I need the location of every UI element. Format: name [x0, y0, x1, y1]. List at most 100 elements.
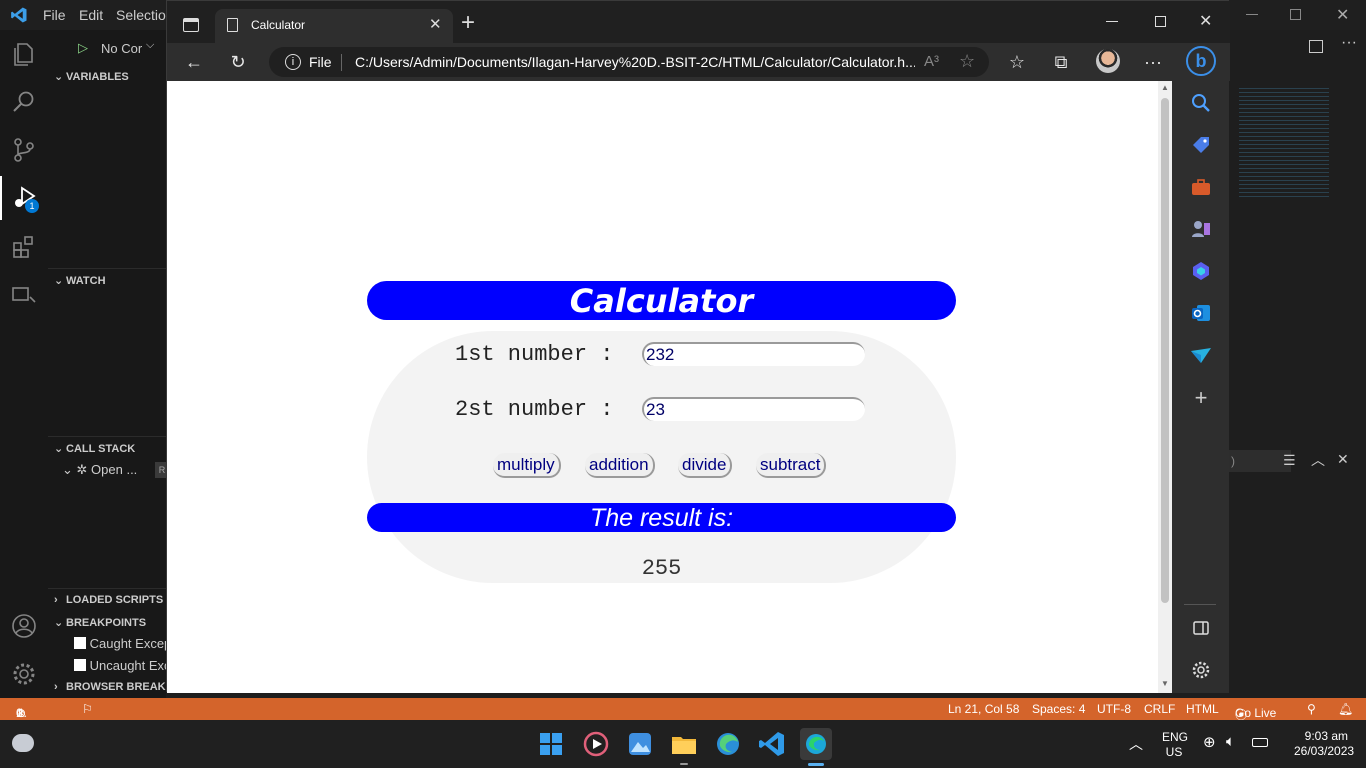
close-panel-icon[interactable]: ✕ — [1337, 451, 1349, 468]
start-debugging-icon[interactable]: ▷ — [78, 40, 88, 56]
breakpoint-uncaught[interactable]: Uncaught Exc — [74, 658, 171, 673]
vscode-close-icon[interactable]: ✕ — [1336, 5, 1349, 25]
read-aloud-icon[interactable]: A³ — [924, 53, 939, 70]
end-of-line[interactable]: CRLF — [1144, 702, 1175, 716]
address-bar[interactable]: i File C:/Users/Admin/Documents/Ilagan-H… — [269, 47, 989, 77]
call-stack-item[interactable]: ⌄ ✲ Open ... — [62, 462, 137, 478]
minimize-icon[interactable] — [1106, 21, 1118, 22]
panel-filter-input[interactable]: ) — [1229, 450, 1291, 472]
vscode-restore-icon[interactable] — [1290, 9, 1301, 20]
account-icon[interactable] — [10, 612, 38, 640]
clear-console-icon[interactable]: ☰ — [1283, 452, 1296, 469]
favorites-icon[interactable]: ☆ — [1003, 48, 1031, 76]
sidebar-divider — [1184, 604, 1216, 605]
addition-button[interactable]: addition — [585, 453, 655, 478]
address-divider — [341, 54, 342, 71]
volume-icon[interactable]: 🔈︎ — [1226, 733, 1235, 750]
file-explorer-icon[interactable] — [668, 728, 700, 760]
chevron-down-icon: ⌄ — [62, 462, 77, 477]
show-hidden-icons-chevron[interactable]: ︿ — [1129, 734, 1143, 754]
chevron-up-icon[interactable]: ︿ — [1311, 450, 1325, 470]
first-number-input[interactable] — [642, 342, 865, 366]
tab-actions-icon[interactable] — [183, 18, 199, 32]
more-actions-icon[interactable]: ··· — [1341, 34, 1357, 52]
warning-count: 0 — [16, 706, 23, 720]
clock[interactable]: 9:03 am 26/03/2023 — [1294, 729, 1354, 759]
media-player-icon[interactable] — [580, 728, 612, 760]
notifications-bell-icon[interactable]: 🔔︎ — [1338, 702, 1353, 716]
add-favorite-icon[interactable]: ☆ — [959, 51, 975, 72]
language-indicator[interactable]: ENG US — [1162, 730, 1188, 760]
tab-calculator[interactable]: Calculator ✕ — [215, 9, 453, 43]
section-loaded-scripts[interactable]: › LOADED SCRIPTS — [54, 594, 163, 606]
close-tab-icon[interactable]: ✕ — [429, 15, 442, 33]
checkbox[interactable] — [74, 637, 86, 649]
edge-taskbar-icon[interactable] — [800, 728, 832, 760]
section-browser-breakpoints-label: BROWSER BREAKP — [66, 681, 173, 693]
divide-button[interactable]: divide — [678, 453, 733, 478]
remote-explorer-icon[interactable] — [10, 281, 38, 309]
debug-status-icon[interactable]: ⚐ — [82, 702, 93, 716]
debug-config-select[interactable]: No Cor — [101, 41, 142, 56]
hide-sidebar-icon[interactable] — [1189, 616, 1213, 640]
split-editor-icon[interactable] — [1309, 40, 1323, 53]
settings-more-icon[interactable]: ··· — [1139, 48, 1167, 76]
start-windows-icon[interactable] — [535, 728, 567, 760]
microsoft365-icon[interactable] — [1189, 259, 1213, 283]
tools-briefcase-icon[interactable] — [1189, 175, 1213, 199]
sidebar-settings-gear-icon[interactable] — [1189, 658, 1213, 682]
indentation[interactable]: Spaces: 4 — [1032, 702, 1085, 716]
status-bar: ⊗ 1 ⚠ 0 ⚐ Ln 21, Col 58 Spaces: 4 UTF-8 … — [0, 698, 1366, 722]
extensions-icon[interactable] — [10, 233, 38, 261]
photos-icon[interactable] — [624, 728, 656, 760]
new-tab-icon[interactable]: + — [461, 9, 475, 37]
section-call-stack[interactable]: ⌄ CALL STACK — [54, 442, 135, 455]
cursor-position[interactable]: Ln 21, Col 58 — [948, 702, 1019, 716]
explorer-icon[interactable] — [10, 40, 38, 68]
games-icon[interactable] — [1189, 217, 1213, 241]
back-arrow-icon[interactable]: ← — [180, 48, 208, 76]
menu-file[interactable]: File — [43, 7, 66, 23]
source-control-icon[interactable] — [10, 136, 38, 164]
weather-widget-icon[interactable] — [12, 734, 34, 752]
add-sidebar-app-icon[interactable]: + — [1189, 386, 1213, 410]
menu-selection[interactable]: Selection — [116, 7, 174, 23]
maximize-icon[interactable] — [1155, 16, 1166, 27]
section-watch[interactable]: ⌄ WATCH — [54, 274, 106, 287]
active-app-indicator — [808, 763, 824, 766]
accounts-icon[interactable]: ⚲ — [1307, 702, 1316, 716]
breakpoint-caught[interactable]: Caught Excep — [74, 636, 171, 651]
sidebar-search-icon[interactable] — [1189, 91, 1213, 115]
section-browser-breakpoints[interactable]: › BROWSER BREAKP — [54, 681, 173, 693]
scroll-up-icon[interactable]: ▲ — [1161, 83, 1169, 92]
subtract-button[interactable]: subtract — [756, 453, 827, 478]
shopping-tag-icon[interactable] — [1189, 133, 1213, 157]
multiply-button[interactable]: multiply — [493, 453, 561, 478]
settings-gear-icon[interactable] — [10, 660, 38, 688]
refresh-icon[interactable]: ↻ — [224, 48, 252, 76]
send-drop-icon[interactable] — [1189, 343, 1213, 367]
encoding[interactable]: UTF-8 — [1097, 702, 1131, 716]
profile-avatar[interactable] — [1096, 49, 1120, 73]
close-window-icon[interactable]: ✕ — [1199, 11, 1212, 31]
network-globe-icon[interactable]: ⊕ — [1203, 733, 1216, 751]
collections-icon[interactable]: ⧉ — [1047, 48, 1075, 76]
scroll-thumb[interactable] — [1161, 98, 1169, 603]
search-icon[interactable] — [10, 88, 38, 116]
outlook-icon[interactable] — [1189, 301, 1213, 325]
scroll-down-icon[interactable]: ▼ — [1161, 679, 1169, 688]
menu-edit[interactable]: Edit — [79, 7, 103, 23]
vscode-taskbar-icon[interactable] — [756, 728, 788, 760]
minimap — [1239, 85, 1329, 200]
page-scrollbar[interactable]: ▲ ▼ — [1158, 81, 1172, 693]
bing-copilot-icon[interactable]: b — [1186, 46, 1216, 76]
vscode-minimize-icon[interactable] — [1246, 14, 1258, 15]
language-mode[interactable]: HTML — [1186, 702, 1219, 716]
section-watch-label: WATCH — [66, 275, 106, 287]
second-number-input[interactable] — [642, 397, 865, 421]
section-variables[interactable]: ⌄ VARIABLES — [54, 70, 129, 83]
section-breakpoints[interactable]: ⌄ BREAKPOINTS — [54, 616, 146, 629]
battery-icon[interactable] — [1252, 738, 1268, 747]
edge-alt-icon[interactable] — [712, 728, 744, 760]
checkbox[interactable] — [74, 659, 86, 671]
